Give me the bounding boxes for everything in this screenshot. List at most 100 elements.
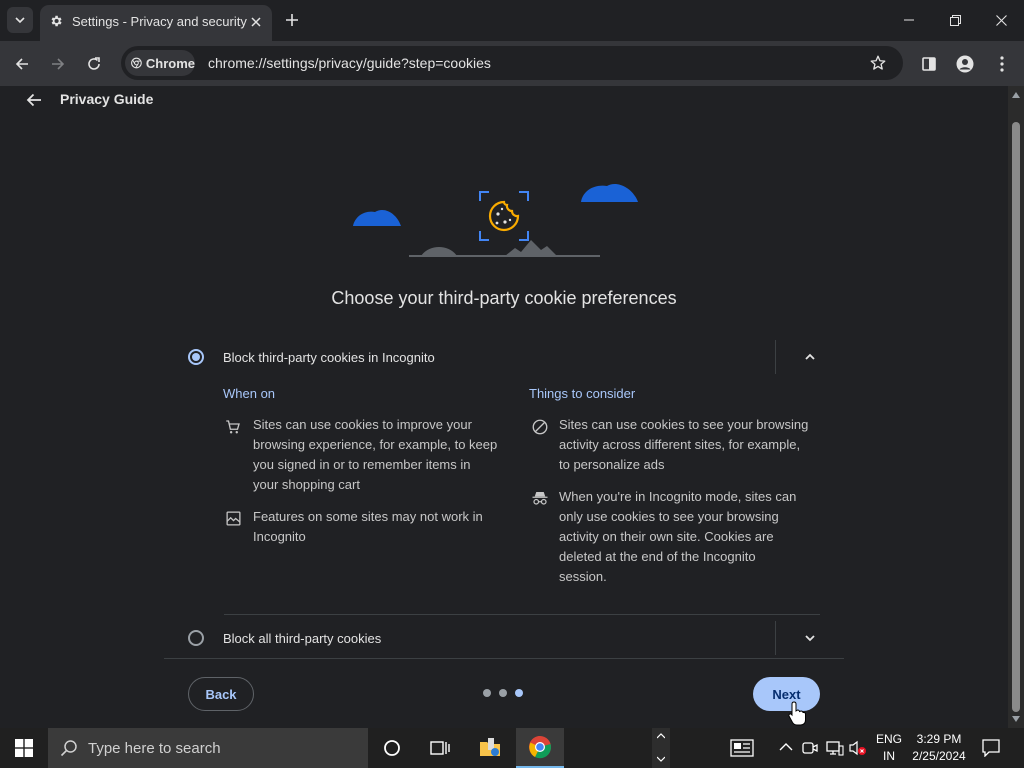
windows-logo-icon [15,739,33,757]
news-icon [730,739,754,757]
new-tab-button[interactable] [282,10,302,30]
bookmark-star-icon[interactable] [869,54,887,72]
browser-toolbar: Chrome chrome://settings/privacy/guide?s… [0,41,1024,86]
block-icon [532,419,548,435]
consider-item-1: Sites can use cookies to see your browsi… [559,417,809,472]
reload-button[interactable] [81,51,107,77]
arrow-right-icon [52,58,65,70]
page-title: Privacy Guide [60,91,154,107]
chevron-down-icon [15,17,25,24]
chevron-down-icon[interactable] [804,632,816,644]
chrome-menu-button[interactable] [989,51,1015,77]
scroll-thumb[interactable] [1012,122,1020,712]
step-dot-3 [515,689,523,697]
tab-close-button[interactable] [247,13,265,31]
windows-taskbar: Type here to search ENG IN 3:29 PM 2/25/… [0,728,1024,768]
notification-icon[interactable] [982,739,1000,757]
search-placeholder: Type here to search [88,739,221,757]
side-panel-button[interactable] [916,51,942,77]
reload-icon [88,57,100,70]
network-icon[interactable] [826,740,844,756]
hand-cursor-icon [788,701,806,726]
option-label: Block third-party cookies in Incognito [223,350,435,365]
tab-search-button[interactable] [7,7,33,33]
chevron-down-icon[interactable] [657,756,665,762]
cart-icon [226,420,240,434]
separator [775,340,776,374]
news-widget-button[interactable] [718,728,766,768]
side-panel-icon [922,57,936,71]
step-dot-1 [483,689,491,697]
close-window-button[interactable] [987,8,1015,32]
folder-icon [480,738,500,756]
arrow-left-icon [15,58,28,70]
option-divider [224,614,820,615]
address-bar[interactable]: Chrome chrome://settings/privacy/guide?s… [121,46,903,80]
restore-icon [949,14,961,26]
chevron-up-icon[interactable] [657,733,665,739]
when-on-item-1: Sites can use cookies to improve your br… [253,417,498,492]
scroll-down-icon[interactable] [1012,716,1020,722]
page-scrollbar[interactable] [1008,86,1024,728]
cloud-left [353,209,401,226]
option-block-incognito[interactable]: Block third-party cookies in Incognito [164,336,844,378]
site-chip-label: Chrome [145,55,195,71]
consider-heading: Things to consider [529,386,636,401]
search-icon [60,740,77,757]
restore-button[interactable] [941,8,969,32]
start-button[interactable] [0,728,48,768]
back-nav-button[interactable] [9,51,35,77]
separator [775,621,776,655]
incognito-icon [532,492,548,505]
meet-now-icon[interactable] [802,740,818,756]
cortana-button[interactable] [368,728,416,768]
when-on-heading: When on [223,386,276,401]
chrome-taskbar-button[interactable] [516,728,564,768]
chevron-up-icon[interactable] [804,351,816,363]
volume-muted-icon[interactable] [849,740,867,756]
gear-icon [51,15,62,27]
tab-title: Settings - Privacy and security [72,14,247,29]
minimize-icon [904,19,914,21]
forward-nav-button[interactable] [45,51,71,77]
plus-icon [286,14,298,26]
minimize-button[interactable] [895,8,923,32]
tray-chevron-up-icon[interactable] [779,742,793,752]
file-explorer-button[interactable] [466,728,514,768]
taskbar-search[interactable]: Type here to search [48,728,368,768]
step-heading: Choose your third-party cookie preferenc… [331,288,677,308]
cookie-illustration [353,183,638,257]
privacy-guide-page: Privacy Guide Choose your third-party co… [0,86,1008,728]
next-button[interactable]: Next [753,677,820,711]
site-info-chip[interactable]: Chrome [125,50,195,76]
profile-avatar-icon [956,55,974,73]
input-language-indicator[interactable]: ENG IN [874,731,904,765]
url-text[interactable]: chrome://settings/privacy/guide?step=coo… [208,55,491,71]
cookie-icon [488,200,520,232]
more-vert-icon [1000,56,1004,72]
task-view-button[interactable] [416,728,464,768]
chrome-logo-icon [529,736,551,759]
radio-block-all[interactable] [188,630,204,646]
tab-settings[interactable]: Settings - Privacy and security [40,5,272,41]
taskbar-scroll[interactable] [652,728,670,768]
system-clock[interactable]: 3:29 PM 2/25/2024 [908,731,970,765]
profile-button[interactable] [952,51,978,77]
cloud-right [581,183,638,202]
chrome-logo-icon [131,57,142,69]
radio-block-incognito[interactable] [188,349,204,365]
consider-item-2: When you're in Incognito mode, sites can… [559,489,797,584]
option-label: Block all third-party cookies [223,631,382,646]
close-icon [251,17,261,27]
footer-divider [164,658,844,659]
task-view-icon [430,741,450,755]
back-button[interactable]: Back [188,677,254,711]
close-icon [995,14,1007,26]
focus-frame [479,191,529,241]
when-on-item-2: Features on some sites may not work in I… [253,509,483,544]
scroll-up-icon[interactable] [1012,92,1020,98]
cortana-circle-icon [384,740,400,756]
arrow-back-icon[interactable] [24,90,44,110]
broken-image-icon [226,511,241,526]
option-block-all[interactable]: Block all third-party cookies [164,618,844,658]
